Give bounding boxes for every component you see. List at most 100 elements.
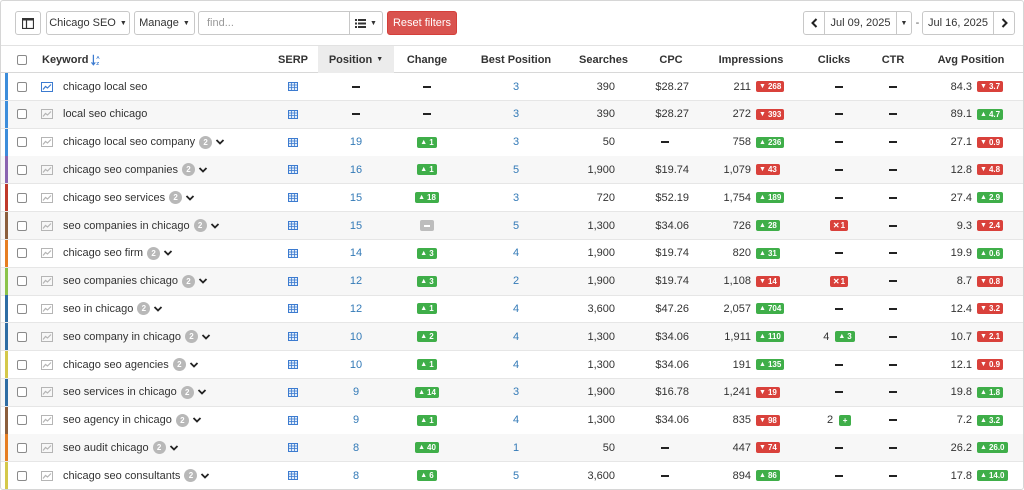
- best-position-value[interactable]: 4: [513, 247, 519, 259]
- serp-table-icon[interactable]: [288, 304, 298, 314]
- chart-icon[interactable]: [41, 415, 53, 426]
- serp-table-icon[interactable]: [288, 360, 298, 369]
- best-position-value[interactable]: 1: [513, 442, 519, 454]
- chart-icon[interactable]: [41, 164, 53, 175]
- row-checkbox[interactable]: [17, 331, 27, 342]
- keyword-text[interactable]: seo company in chicago: [63, 331, 181, 343]
- chart-icon[interactable]: [41, 359, 53, 370]
- position-value[interactable]: 9: [353, 414, 359, 426]
- row-checkbox[interactable]: [17, 220, 27, 231]
- chart-icon[interactable]: [41, 81, 53, 92]
- serp-table-icon[interactable]: [288, 471, 298, 481]
- column-position[interactable]: Position ▼: [318, 46, 394, 73]
- best-position-value[interactable]: 3: [513, 81, 519, 93]
- chevron-down-icon[interactable]: [189, 360, 199, 370]
- row-checkbox[interactable]: [17, 248, 27, 259]
- keyword-text[interactable]: chicago local seo: [63, 81, 147, 93]
- position-value[interactable]: 15: [350, 220, 362, 232]
- best-position-value[interactable]: 3: [513, 192, 519, 204]
- column-keyword[interactable]: Keyword AZ: [42, 46, 102, 73]
- column-impressions[interactable]: Impressions: [711, 46, 791, 73]
- position-value[interactable]: 10: [350, 331, 362, 343]
- previous-date-button[interactable]: [803, 11, 825, 35]
- position-value[interactable]: 8: [353, 442, 359, 454]
- row-checkbox[interactable]: [17, 303, 27, 314]
- end-date-field[interactable]: Jul 16, 2025: [922, 11, 994, 35]
- best-position-value[interactable]: 3: [513, 136, 519, 148]
- keyword-text[interactable]: chicago seo services: [63, 192, 165, 204]
- chevron-down-icon[interactable]: [201, 332, 211, 342]
- serp-table-icon[interactable]: [288, 109, 298, 119]
- row-checkbox[interactable]: [17, 442, 27, 453]
- keyword-text[interactable]: chicago seo agencies: [63, 359, 169, 371]
- keyword-text[interactable]: local seo chicago: [63, 108, 147, 120]
- best-position-value[interactable]: 3: [513, 108, 519, 120]
- position-value[interactable]: 10: [350, 359, 362, 371]
- keyword-text[interactable]: seo in chicago: [63, 303, 133, 315]
- row-checkbox[interactable]: [17, 470, 27, 481]
- row-checkbox[interactable]: [17, 415, 27, 426]
- chart-icon[interactable]: [41, 276, 53, 287]
- chart-icon[interactable]: [41, 442, 53, 453]
- position-value[interactable]: 12: [350, 303, 362, 315]
- chart-icon[interactable]: [41, 303, 53, 314]
- row-checkbox[interactable]: [17, 359, 27, 370]
- serp-table-icon[interactable]: [288, 248, 298, 258]
- chart-icon[interactable]: [41, 109, 53, 120]
- next-date-button[interactable]: [993, 11, 1015, 35]
- chevron-down-icon[interactable]: [163, 248, 173, 258]
- position-value[interactable]: 12: [350, 275, 362, 287]
- filter-view-dropdown[interactable]: ▼: [349, 11, 383, 35]
- project-dropdown[interactable]: Chicago SEO ▼: [46, 11, 130, 35]
- serp-table-icon[interactable]: [288, 332, 298, 342]
- keyword-text[interactable]: seo companies in chicago: [63, 220, 190, 232]
- position-value[interactable]: 14: [350, 247, 362, 259]
- position-value[interactable]: 15: [350, 192, 362, 204]
- reset-filters-button[interactable]: Reset filters: [387, 11, 457, 35]
- best-position-value[interactable]: 5: [513, 470, 519, 482]
- row-checkbox[interactable]: [17, 276, 27, 287]
- start-date-field[interactable]: Jul 09, 2025: [824, 11, 897, 35]
- date-range-dropdown[interactable]: ▼: [896, 11, 912, 35]
- row-checkbox[interactable]: [17, 164, 27, 175]
- row-checkbox[interactable]: [17, 192, 27, 203]
- keyword-text[interactable]: seo audit chicago: [63, 442, 149, 454]
- chevron-down-icon[interactable]: [210, 221, 220, 231]
- chart-icon[interactable]: [41, 331, 53, 342]
- chart-icon[interactable]: [41, 137, 53, 148]
- chart-icon[interactable]: [41, 220, 53, 231]
- keyword-text[interactable]: chicago seo consultants: [63, 470, 180, 482]
- column-cpc[interactable]: CPC: [646, 46, 696, 73]
- keyword-text[interactable]: chicago local seo company: [63, 136, 195, 148]
- serp-table-icon[interactable]: [288, 221, 298, 230]
- serp-table-icon[interactable]: [288, 193, 298, 203]
- chevron-down-icon[interactable]: [192, 415, 202, 425]
- row-checkbox[interactable]: [17, 137, 27, 148]
- serp-table-icon[interactable]: [288, 165, 298, 175]
- find-input[interactable]: find...: [198, 11, 350, 35]
- chart-icon[interactable]: [41, 248, 53, 259]
- serp-table-icon[interactable]: [288, 387, 298, 397]
- column-serp[interactable]: SERP: [271, 46, 315, 73]
- chevron-down-icon[interactable]: [153, 304, 163, 314]
- column-clicks[interactable]: Clicks: [809, 46, 859, 73]
- best-position-value[interactable]: 4: [513, 303, 519, 315]
- select-all-checkbox[interactable]: [17, 54, 27, 65]
- chevron-down-icon[interactable]: [198, 276, 208, 286]
- best-position-value[interactable]: 4: [513, 414, 519, 426]
- chart-icon[interactable]: [41, 387, 53, 398]
- chevron-down-icon[interactable]: [198, 165, 208, 175]
- best-position-value[interactable]: 4: [513, 359, 519, 371]
- serp-table-icon[interactable]: [288, 276, 298, 286]
- chevron-down-icon[interactable]: [169, 443, 179, 453]
- chevron-down-icon[interactable]: [185, 193, 195, 203]
- column-searches[interactable]: Searches: [571, 46, 636, 73]
- position-value[interactable]: 8: [353, 470, 359, 482]
- chart-icon[interactable]: [41, 470, 53, 481]
- row-checkbox[interactable]: [17, 81, 27, 92]
- chevron-down-icon[interactable]: [197, 387, 207, 397]
- chevron-down-icon[interactable]: [200, 471, 210, 481]
- keyword-text[interactable]: chicago seo firm: [63, 247, 143, 259]
- serp-table-icon[interactable]: [288, 443, 298, 453]
- row-checkbox[interactable]: [17, 109, 27, 120]
